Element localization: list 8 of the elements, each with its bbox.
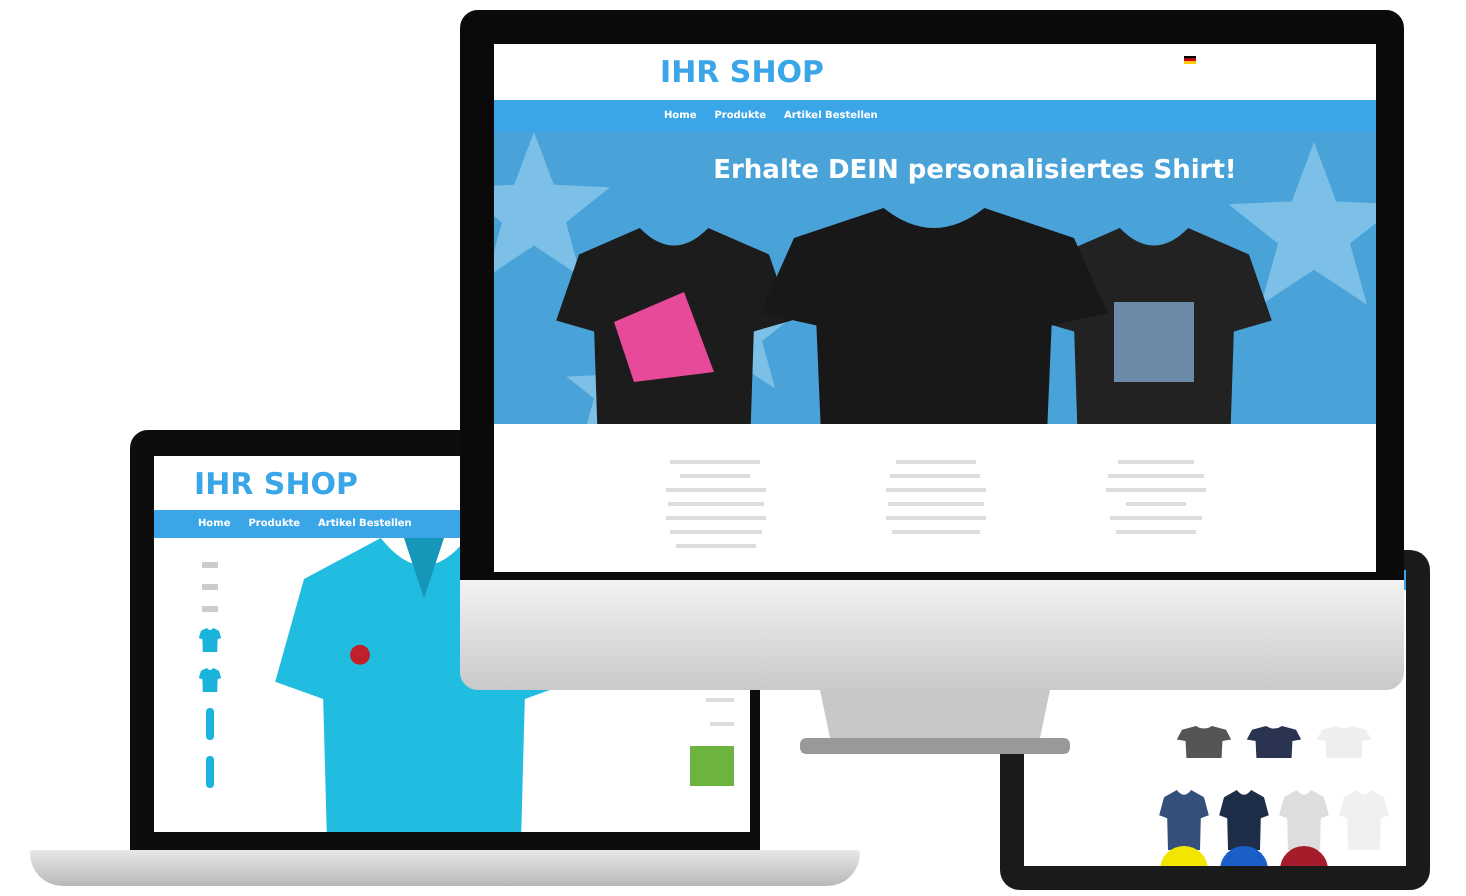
shirt-thumbnail-icon[interactable]	[203, 756, 215, 788]
banner-headline: Erhalte DEIN personalisiertes Shirt!	[711, 156, 1239, 186]
shop-logo[interactable]: IHR SHOP	[194, 465, 359, 501]
flag-icon[interactable]	[1184, 56, 1196, 64]
shop-logo[interactable]: IHR SHOP	[660, 54, 825, 90]
shirt-thumbnail-icon[interactable]	[197, 668, 221, 692]
shirt-thumbnail-icon[interactable]	[197, 628, 221, 652]
shirt-thumbnail-icon[interactable]	[203, 708, 215, 740]
